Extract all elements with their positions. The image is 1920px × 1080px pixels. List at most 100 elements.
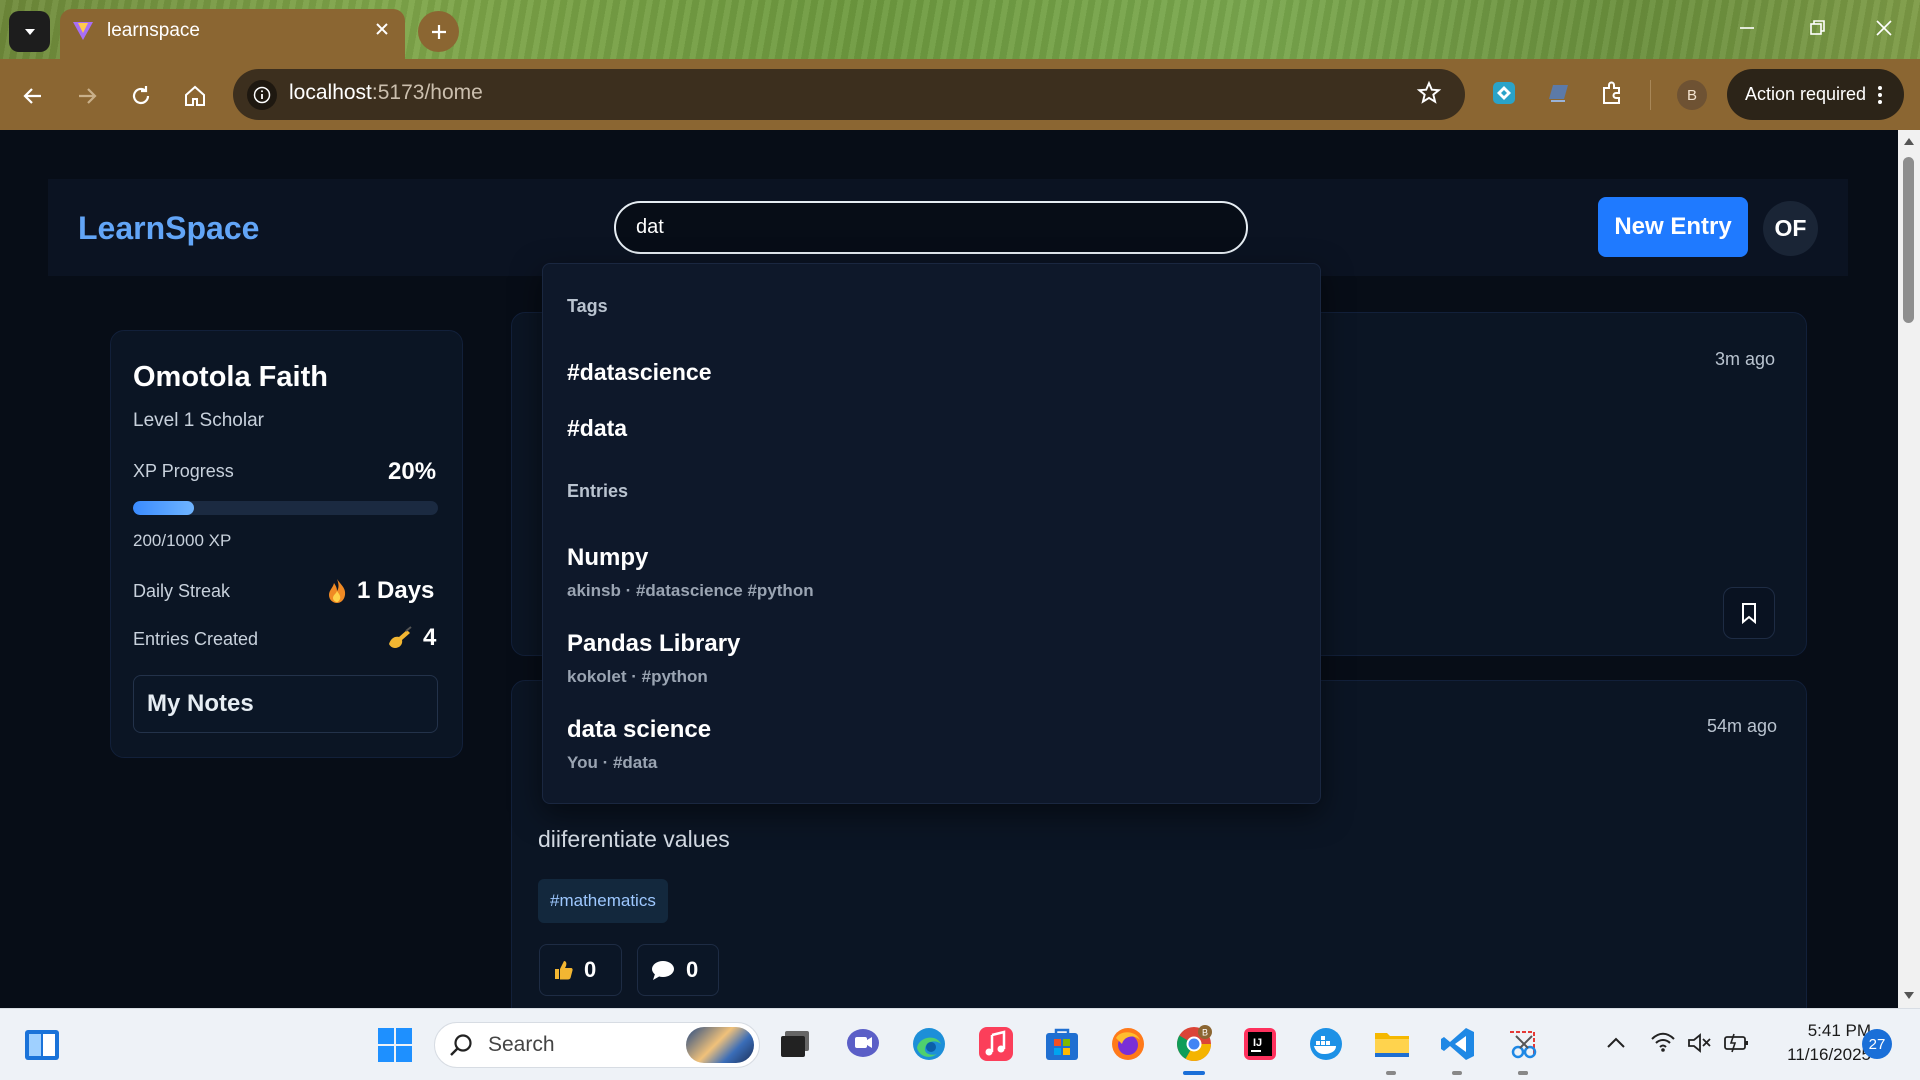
suggestion-entry-title[interactable]: Pandas Library	[567, 630, 740, 658]
scroll-up-icon[interactable]	[1902, 135, 1916, 147]
new-entry-button[interactable]: New Entry	[1598, 197, 1748, 257]
search-input[interactable]	[614, 201, 1248, 254]
back-button[interactable]	[17, 80, 49, 112]
reload-button[interactable]	[125, 80, 157, 112]
intellij-button[interactable]: IJ	[1241, 1025, 1279, 1063]
vscode-icon	[1441, 1028, 1474, 1060]
scroll-down-icon[interactable]	[1902, 990, 1916, 1002]
kebab-menu-icon	[1878, 86, 1882, 104]
tags-heading: Tags	[567, 296, 608, 316]
site-info-button[interactable]	[247, 80, 277, 110]
svg-text:IJ: IJ	[1253, 1037, 1262, 1049]
arrow-left-icon	[23, 88, 41, 104]
task-view-icon	[781, 1031, 809, 1057]
suggestion-tag[interactable]: #data	[567, 415, 627, 442]
toolbar-separator	[1650, 80, 1651, 110]
entry-timestamp: 3m ago	[1715, 349, 1776, 369]
entries-value-text: 4	[423, 624, 437, 651]
writing-hand-icon	[389, 626, 412, 648]
scrollbar-thumb[interactable]	[1903, 157, 1914, 323]
brand-logo[interactable]: LearnSpace	[78, 210, 259, 247]
docker-button[interactable]	[1307, 1025, 1345, 1063]
clock-time[interactable]: 5:41 PM	[1775, 1021, 1871, 1041]
restore-icon[interactable]	[1807, 18, 1827, 38]
my-notes-button[interactable]: My Notes	[133, 675, 438, 733]
vscode-button[interactable]	[1439, 1025, 1477, 1063]
firefox-icon	[1112, 1028, 1144, 1060]
microsoft-store-icon	[1046, 1028, 1078, 1060]
chrome-button[interactable]: B	[1175, 1025, 1213, 1063]
entries-heading: Entries	[567, 481, 629, 501]
xp-label: XP Progress	[133, 461, 234, 481]
streak-label: Daily Streak	[133, 581, 231, 601]
task-view-button[interactable]	[776, 1025, 814, 1063]
intellij-icon: IJ	[1244, 1028, 1276, 1060]
xp-progress-bar	[133, 501, 438, 515]
suggestion-entry-title[interactable]: Numpy	[567, 544, 648, 572]
bookmark-star-icon[interactable]	[1416, 80, 1442, 106]
chrome-active-indicator	[1183, 1071, 1205, 1075]
store-button[interactable]	[1043, 1025, 1081, 1063]
edge-button[interactable]	[910, 1025, 948, 1063]
suggestion-tag[interactable]: #datascience	[567, 359, 711, 386]
user-avatar[interactable]: OF	[1763, 201, 1818, 256]
streak-value: 1 Days	[327, 577, 434, 605]
profile-button[interactable]: B	[1677, 80, 1707, 110]
xp-percent: 20%	[388, 458, 437, 485]
edge-browser-icon	[913, 1028, 945, 1060]
bookmark-button[interactable]	[1723, 587, 1775, 639]
docker-running-indicator	[1386, 1071, 1396, 1075]
info-icon	[253, 86, 271, 104]
docker-icon	[1310, 1028, 1342, 1060]
suggestion-entry-title[interactable]: data science	[567, 716, 711, 744]
reload-icon	[132, 86, 150, 105]
suggestion-entry-meta: You · #data	[567, 753, 658, 772]
close-tab-icon[interactable]	[372, 19, 392, 39]
url-text[interactable]: localhost:5173/home	[289, 81, 483, 105]
itunes-button[interactable]	[977, 1025, 1015, 1063]
snipping-tool-icon	[1510, 1031, 1537, 1059]
taskbar-search-placeholder: Search	[488, 1033, 555, 1056]
like-count: 0	[584, 957, 597, 982]
extensions-puzzle-icon[interactable]	[1598, 79, 1626, 107]
xp-amount: 200/1000 XP	[133, 531, 232, 550]
comment-button[interactable]: 0	[637, 944, 719, 996]
profile-level: Level 1 Scholar	[133, 410, 264, 431]
suggestion-entry-meta: kokolet · #python	[567, 667, 708, 686]
battery-charging-icon[interactable]	[1722, 1032, 1750, 1054]
extension-book-icon[interactable]	[1544, 79, 1572, 107]
action-required-button[interactable]: Action required	[1727, 69, 1904, 120]
widgets-icon[interactable]	[24, 1029, 60, 1061]
search-highlight-image	[686, 1027, 754, 1063]
url-host: localhost	[289, 81, 372, 104]
comment-count: 0	[686, 957, 699, 982]
windows-start-icon[interactable]	[377, 1027, 413, 1063]
teams-button[interactable]	[844, 1025, 882, 1063]
minimize-icon[interactable]	[1737, 18, 1757, 38]
close-window-icon[interactable]	[1874, 18, 1894, 38]
entry-tag[interactable]: #mathematics	[538, 879, 668, 923]
snipping-tool-button[interactable]	[1505, 1025, 1543, 1063]
teams-chat-icon	[847, 1029, 879, 1057]
action-required-label: Action required	[1745, 84, 1867, 104]
wifi-icon[interactable]	[1650, 1031, 1676, 1053]
notification-badge[interactable]: 27	[1862, 1029, 1892, 1059]
like-button[interactable]: 0	[539, 944, 622, 996]
firefox-button[interactable]	[1109, 1025, 1147, 1063]
entry-body: diiferentiate values	[538, 826, 730, 852]
svg-text:B: B	[1202, 1028, 1208, 1038]
extension-diamond-icon[interactable]	[1490, 79, 1518, 107]
tab-search-button[interactable]	[9, 11, 50, 52]
speaker-muted-icon[interactable]	[1686, 1032, 1712, 1054]
home-button[interactable]	[179, 80, 211, 112]
suggestion-entry-meta: akinsb · #datascience #python	[567, 581, 814, 600]
file-explorer-button[interactable]	[1373, 1025, 1411, 1063]
thumbs-up-icon	[555, 961, 573, 980]
plus-icon	[431, 24, 446, 39]
clock-date[interactable]: 11/16/2025	[1770, 1045, 1871, 1065]
explorer-running-indicator	[1452, 1071, 1462, 1075]
new-tab-button[interactable]	[418, 11, 459, 52]
forward-button[interactable]	[71, 80, 103, 112]
chevron-up-icon[interactable]	[1605, 1035, 1627, 1051]
home-icon	[185, 85, 205, 106]
